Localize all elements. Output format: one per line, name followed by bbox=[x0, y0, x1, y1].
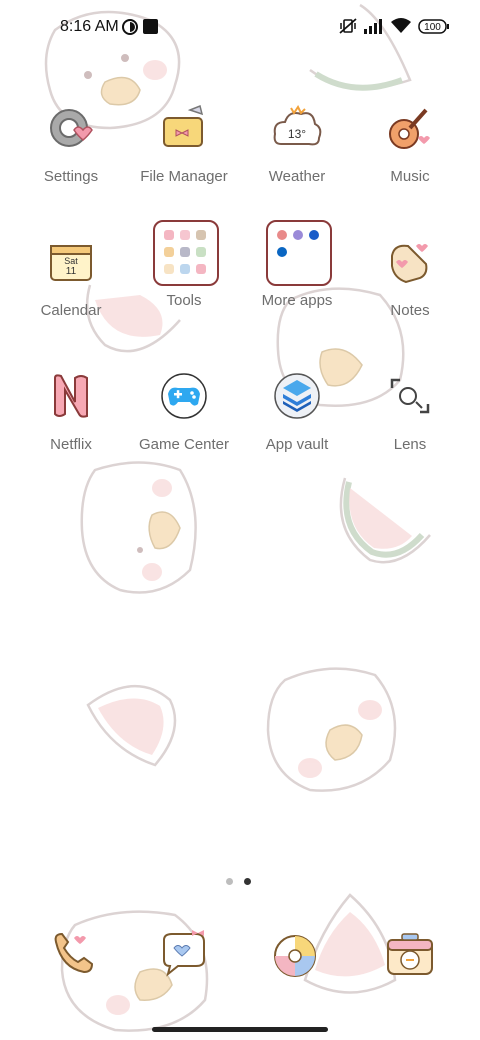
camera-icon bbox=[387, 933, 433, 975]
app-vault[interactable]: App vault bbox=[242, 358, 352, 468]
app-calendar[interactable]: Sat 11 Calendar bbox=[16, 224, 126, 334]
guitar-icon bbox=[389, 108, 430, 149]
more-apps-folder-icon bbox=[266, 220, 332, 286]
app-vault-icon bbox=[274, 373, 320, 419]
gear-heart-icon bbox=[50, 109, 93, 147]
vpn-icon bbox=[122, 19, 138, 35]
app-label: App vault bbox=[265, 436, 329, 453]
page-dot-2-active[interactable] bbox=[244, 878, 251, 885]
folder-bow-icon bbox=[163, 104, 204, 147]
app-label: Netflix bbox=[50, 436, 92, 453]
calendar-date: 11 bbox=[66, 266, 77, 277]
browser-icon bbox=[274, 935, 316, 977]
app-label: Settings bbox=[43, 168, 99, 185]
folder-tools[interactable]: Tools bbox=[129, 214, 239, 324]
notification-square-icon bbox=[143, 19, 158, 34]
messages-icon bbox=[163, 930, 205, 977]
weather-temp: 13° bbox=[288, 127, 306, 141]
gamepad-icon bbox=[161, 373, 207, 419]
app-file-manager[interactable]: File Manager bbox=[129, 90, 239, 200]
app-label: Music bbox=[390, 168, 430, 185]
page-dot-1[interactable] bbox=[226, 878, 233, 885]
battery-level: 100 bbox=[424, 22, 441, 33]
dock-messages[interactable] bbox=[152, 922, 216, 986]
dock-browser[interactable] bbox=[265, 922, 329, 986]
battery-icon: 100 bbox=[418, 19, 449, 34]
tools-folder-icon bbox=[153, 220, 219, 286]
app-music[interactable]: Music bbox=[355, 90, 465, 200]
app-label: Weather bbox=[268, 168, 326, 185]
mute-vibrate-icon bbox=[339, 18, 357, 34]
app-label: Calendar bbox=[40, 302, 102, 319]
app-lens[interactable]: Lens bbox=[355, 358, 465, 468]
notes-icon bbox=[391, 244, 428, 284]
app-netflix[interactable]: Netflix bbox=[16, 358, 126, 468]
cloud-sun-icon: 13° bbox=[273, 105, 322, 146]
dock-camera[interactable] bbox=[378, 922, 442, 986]
folder-label: More apps bbox=[261, 292, 333, 309]
app-label: Lens bbox=[393, 436, 427, 453]
calendar-day: Sat bbox=[64, 256, 78, 266]
app-label: Notes bbox=[390, 302, 430, 319]
app-label: Game Center bbox=[138, 436, 230, 453]
app-label: File Manager bbox=[140, 168, 228, 185]
status-bar: 8:16 AM 100 bbox=[0, 0, 480, 56]
app-settings[interactable]: Settings bbox=[16, 90, 126, 200]
calendar-icon: Sat 11 bbox=[50, 245, 92, 281]
lens-icon bbox=[390, 378, 430, 414]
folder-label: Tools bbox=[166, 292, 202, 309]
app-game-center[interactable]: Game Center bbox=[129, 358, 239, 468]
status-time: 8:16 AM bbox=[60, 18, 119, 35]
phone-icon bbox=[54, 932, 94, 974]
app-weather[interactable]: 13° Weather bbox=[242, 90, 352, 200]
home-gesture-bar[interactable] bbox=[152, 1027, 328, 1032]
app-notes[interactable]: Notes bbox=[355, 224, 465, 334]
wifi-icon bbox=[391, 18, 411, 33]
netflix-n-icon bbox=[54, 374, 88, 418]
folder-more-apps[interactable]: More apps bbox=[242, 214, 352, 324]
dock-phone[interactable] bbox=[40, 922, 104, 986]
signal-icon bbox=[364, 19, 382, 34]
